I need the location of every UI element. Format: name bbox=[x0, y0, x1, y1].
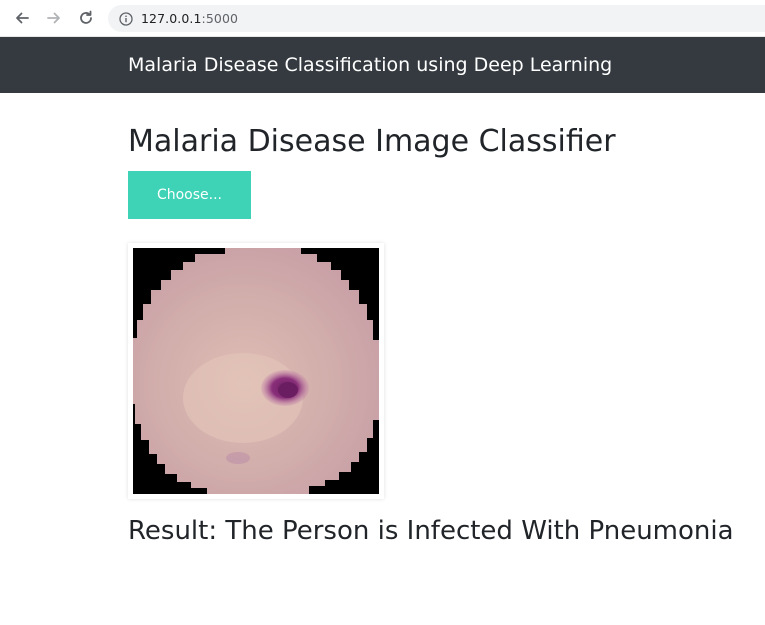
blood-cell-image bbox=[133, 248, 379, 494]
url-host: 127.0.0.1 bbox=[141, 11, 202, 26]
page-title: Malaria Disease Image Classifier bbox=[128, 124, 616, 159]
back-icon[interactable] bbox=[12, 8, 32, 28]
forward-icon[interactable] bbox=[44, 8, 64, 28]
address-bar[interactable]: 127.0.0.1:5000 bbox=[108, 5, 765, 32]
browser-toolbar: 127.0.0.1:5000 bbox=[0, 0, 765, 37]
url-port: :5000 bbox=[201, 11, 239, 26]
info-icon[interactable] bbox=[119, 11, 133, 26]
result-text: Result: The Person is Infected With Pneu… bbox=[128, 516, 734, 546]
navbar-brand[interactable]: Malaria Disease Classification using Dee… bbox=[128, 54, 612, 76]
choose-file-button[interactable]: Choose... bbox=[128, 171, 251, 219]
reload-icon[interactable] bbox=[76, 8, 96, 28]
url-text: 127.0.0.1:5000 bbox=[141, 11, 238, 26]
navbar: Malaria Disease Classification using Dee… bbox=[0, 37, 765, 93]
image-preview bbox=[128, 243, 384, 499]
